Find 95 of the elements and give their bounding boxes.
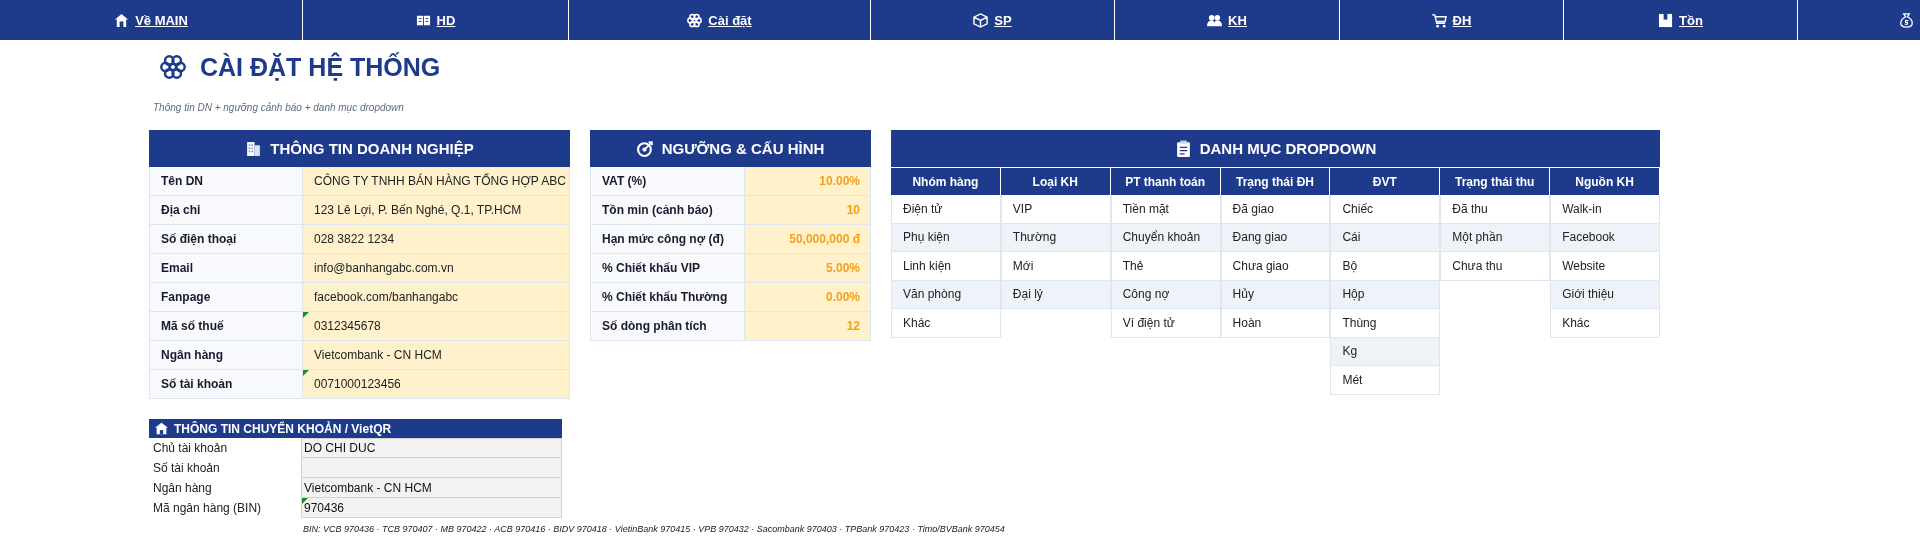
- list-item: Tiền mặt: [1110, 195, 1221, 224]
- column-header: Nhóm hàng: [891, 167, 1001, 195]
- field-label: Chủ tài khoản: [152, 440, 229, 457]
- list-item: Hủy: [1220, 280, 1331, 309]
- list-item: Thường: [1000, 223, 1111, 252]
- list-item: Kg: [1330, 337, 1441, 366]
- field-label: Mã số thuế: [149, 312, 303, 340]
- list-item: Hoàn: [1220, 309, 1331, 338]
- field-value: 0312345678: [303, 312, 570, 340]
- panel-title: THÔNG TIN DOANH NGHIỆP: [270, 140, 474, 157]
- list-item: Khác: [1550, 309, 1660, 338]
- list-item: Chưa giao: [1220, 252, 1331, 281]
- setting-label: % Chiết khấu Thường: [590, 283, 745, 311]
- list-item: Linh kiện: [891, 252, 1001, 281]
- money-bag-icon: [1899, 12, 1914, 28]
- column-header: Nguồn KH: [1550, 167, 1660, 195]
- column-header: PT thanh toán: [1110, 167, 1221, 195]
- field-label: Mã ngân hàng (BIN): [152, 500, 263, 517]
- field-value: Vietcombank - CN HCM: [301, 478, 562, 498]
- list-item: Điện tử: [891, 195, 1001, 224]
- panel-title: DANH MỤC DROPDOWN: [1199, 140, 1377, 157]
- list-item: Đại lý: [1000, 280, 1111, 309]
- setting-value: 5.00%: [745, 254, 871, 282]
- setting-label: Tồn min (cảnh báo): [590, 196, 745, 224]
- field-value: info@banhangabc.com.vn: [303, 254, 570, 282]
- people-icon: [1207, 12, 1223, 28]
- field-label: Ngân hàng: [152, 480, 213, 497]
- list-item: Walk-in: [1550, 195, 1660, 224]
- target-icon: [636, 140, 654, 157]
- list-item: Đang giao: [1220, 223, 1331, 252]
- setting-label: Số dòng phân tích: [590, 312, 745, 340]
- column-header: Trạng thái ĐH: [1220, 167, 1331, 195]
- list-item: Hộp: [1330, 280, 1441, 309]
- setting-value: 0.00%: [745, 283, 871, 311]
- list-item: Đã giao: [1220, 195, 1331, 224]
- list-item: Thùng: [1330, 309, 1441, 338]
- list-item: Thẻ: [1110, 252, 1221, 281]
- list-item: Cái: [1330, 223, 1441, 252]
- field-value: DO CHI DUC: [301, 438, 562, 458]
- list-item: Giới thiệu: [1550, 280, 1660, 309]
- setting-value: 10.00%: [745, 167, 871, 195]
- home-icon: [114, 12, 130, 28]
- field-value: 123 Lê Lợi, P. Bến Nghé, Q.1, TP.HCM: [303, 196, 570, 224]
- list-item: Công nợ: [1110, 280, 1221, 309]
- list-item: Mới: [1000, 252, 1111, 281]
- list-item: Bộ: [1330, 252, 1441, 281]
- field-value: facebook.com/banhangabc: [303, 283, 570, 311]
- building-icon: [245, 140, 263, 157]
- column-header: Trạng thái thu: [1440, 167, 1551, 195]
- list-item: Đã thu: [1440, 195, 1551, 224]
- box-icon: [1658, 12, 1674, 28]
- list-item: Một phần: [1440, 223, 1551, 252]
- field-label: Ngân hàng: [149, 341, 303, 369]
- list-item: Văn phòng: [891, 280, 1001, 309]
- field-label: Fanpage: [149, 283, 303, 311]
- column-header: Loại KH: [1000, 167, 1111, 195]
- list-item: Chiếc: [1330, 195, 1441, 224]
- field-value: 028 3822 1234: [303, 225, 570, 253]
- list-item: Chưa thu: [1440, 252, 1551, 281]
- list-item: Chuyển khoản: [1110, 223, 1221, 252]
- list-item: Mét: [1330, 366, 1441, 395]
- list-item: Phụ kiện: [891, 223, 1001, 252]
- field-label: Email: [149, 254, 303, 282]
- field-value: CÔNG TY TNHH BÁN HÀNG TỔNG HỢP ABC: [303, 167, 570, 195]
- field-label: Tên DN: [149, 167, 303, 195]
- list-item: Khác: [891, 309, 1001, 338]
- field-value: 0071000123456: [303, 370, 570, 398]
- setting-label: VAT (%): [590, 167, 745, 195]
- gear-icon: [687, 12, 703, 28]
- list-item: Website: [1550, 252, 1660, 281]
- column-header: ĐVT: [1330, 167, 1441, 195]
- setting-label: Hạn mức công nợ (đ): [590, 225, 745, 253]
- box-icon: [973, 12, 989, 28]
- field-value: 970436: [301, 498, 562, 518]
- clipboard-icon: [1174, 140, 1192, 157]
- field-value: Vietcombank - CN HCM: [303, 341, 570, 369]
- field-label: Địa chỉ: [149, 196, 303, 224]
- field-label: Số tài khoản: [149, 370, 303, 398]
- setting-label: % Chiết khấu VIP: [590, 254, 745, 282]
- section-title: THÔNG TIN CHUYỂN KHOẢN / VietQR: [174, 421, 392, 436]
- setting-value: 10: [745, 196, 871, 224]
- setting-value: 50,000,000 đ: [745, 225, 871, 253]
- setting-value: 12: [745, 312, 871, 340]
- panel-title: NGƯỠNG & CẤU HÌNH: [661, 140, 825, 157]
- page-subtitle: Thông tin DN + ngưỡng cảnh báo + danh mục dropdown: [152, 101, 405, 115]
- field-label: Số điện thoại: [149, 225, 303, 253]
- cart-icon: [1431, 12, 1447, 28]
- house-icon: [155, 422, 168, 435]
- page-title: CÀI ĐẶT HỆ THỐNG: [200, 52, 441, 82]
- list-item: VIP: [1000, 195, 1111, 224]
- gear-icon: [160, 54, 186, 80]
- footnote: BIN: VCB 970436 · TCB 970407 · MB 970422 · ACB 970416 · BIDV 970418 · VietinBank 970415 · VPB 970432 · Sacombank 970403 · TPBank 970423 · Timo/BVBank 970454: [302, 523, 1006, 534]
- field-label: Số tài khoản: [152, 460, 221, 477]
- list-item: Facebook: [1550, 223, 1660, 252]
- list-item: Ví điện tử: [1110, 309, 1221, 338]
